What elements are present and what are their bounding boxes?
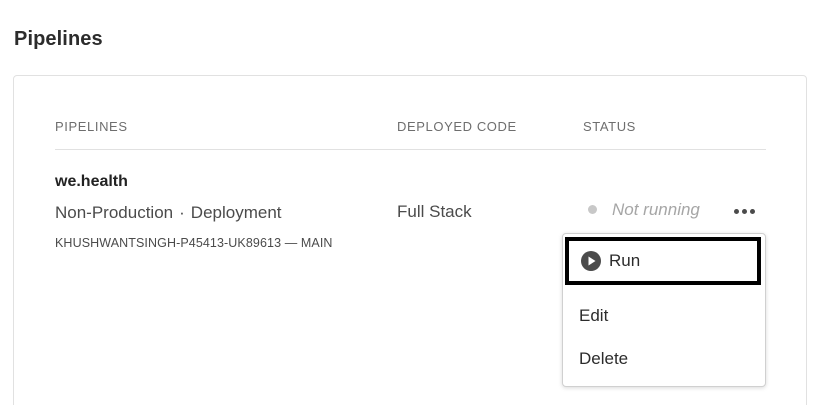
column-header-deployed-code: DEPLOYED CODE bbox=[397, 119, 517, 134]
actions-menu: Run Edit Delete bbox=[562, 233, 766, 387]
pipeline-name[interactable]: we.health bbox=[55, 173, 128, 191]
deployed-code-value: Full Stack bbox=[397, 202, 472, 221]
more-horizontal-icon bbox=[749, 208, 755, 214]
pipeline-type-separator: · bbox=[179, 203, 185, 222]
column-header-status: STATUS bbox=[583, 119, 636, 134]
menu-item-delete-label: Delete bbox=[579, 349, 629, 368]
page-title: Pipelines bbox=[14, 28, 103, 50]
pipelines-page: Pipelines PIPELINES DEPLOYED CODE STATUS… bbox=[0, 0, 826, 405]
more-horizontal-icon bbox=[733, 208, 739, 214]
more-horizontal-icon bbox=[741, 208, 747, 214]
status-text: Not running bbox=[612, 200, 700, 219]
menu-item-edit-label: Edit bbox=[579, 306, 609, 325]
pipeline-repo-branch: KHUSHWANTSINGH-P45413-UK89613 — MAIN bbox=[55, 236, 333, 250]
pipeline-kind: Deployment bbox=[190, 203, 282, 222]
column-header-pipelines: PIPELINES bbox=[55, 119, 128, 134]
header-divider bbox=[55, 149, 766, 150]
menu-item-edit[interactable]: Edit bbox=[563, 295, 765, 337]
menu-item-run-label: Run bbox=[609, 251, 641, 270]
status-dot-icon bbox=[588, 205, 597, 214]
more-actions-button[interactable] bbox=[728, 200, 760, 222]
menu-item-run[interactable]: Run bbox=[565, 237, 761, 285]
pipeline-environment: Non-Production bbox=[55, 203, 174, 222]
pipeline-type: Non-Production · Deployment bbox=[55, 203, 282, 223]
play-icon bbox=[581, 251, 601, 271]
menu-item-delete[interactable]: Delete bbox=[563, 338, 765, 380]
